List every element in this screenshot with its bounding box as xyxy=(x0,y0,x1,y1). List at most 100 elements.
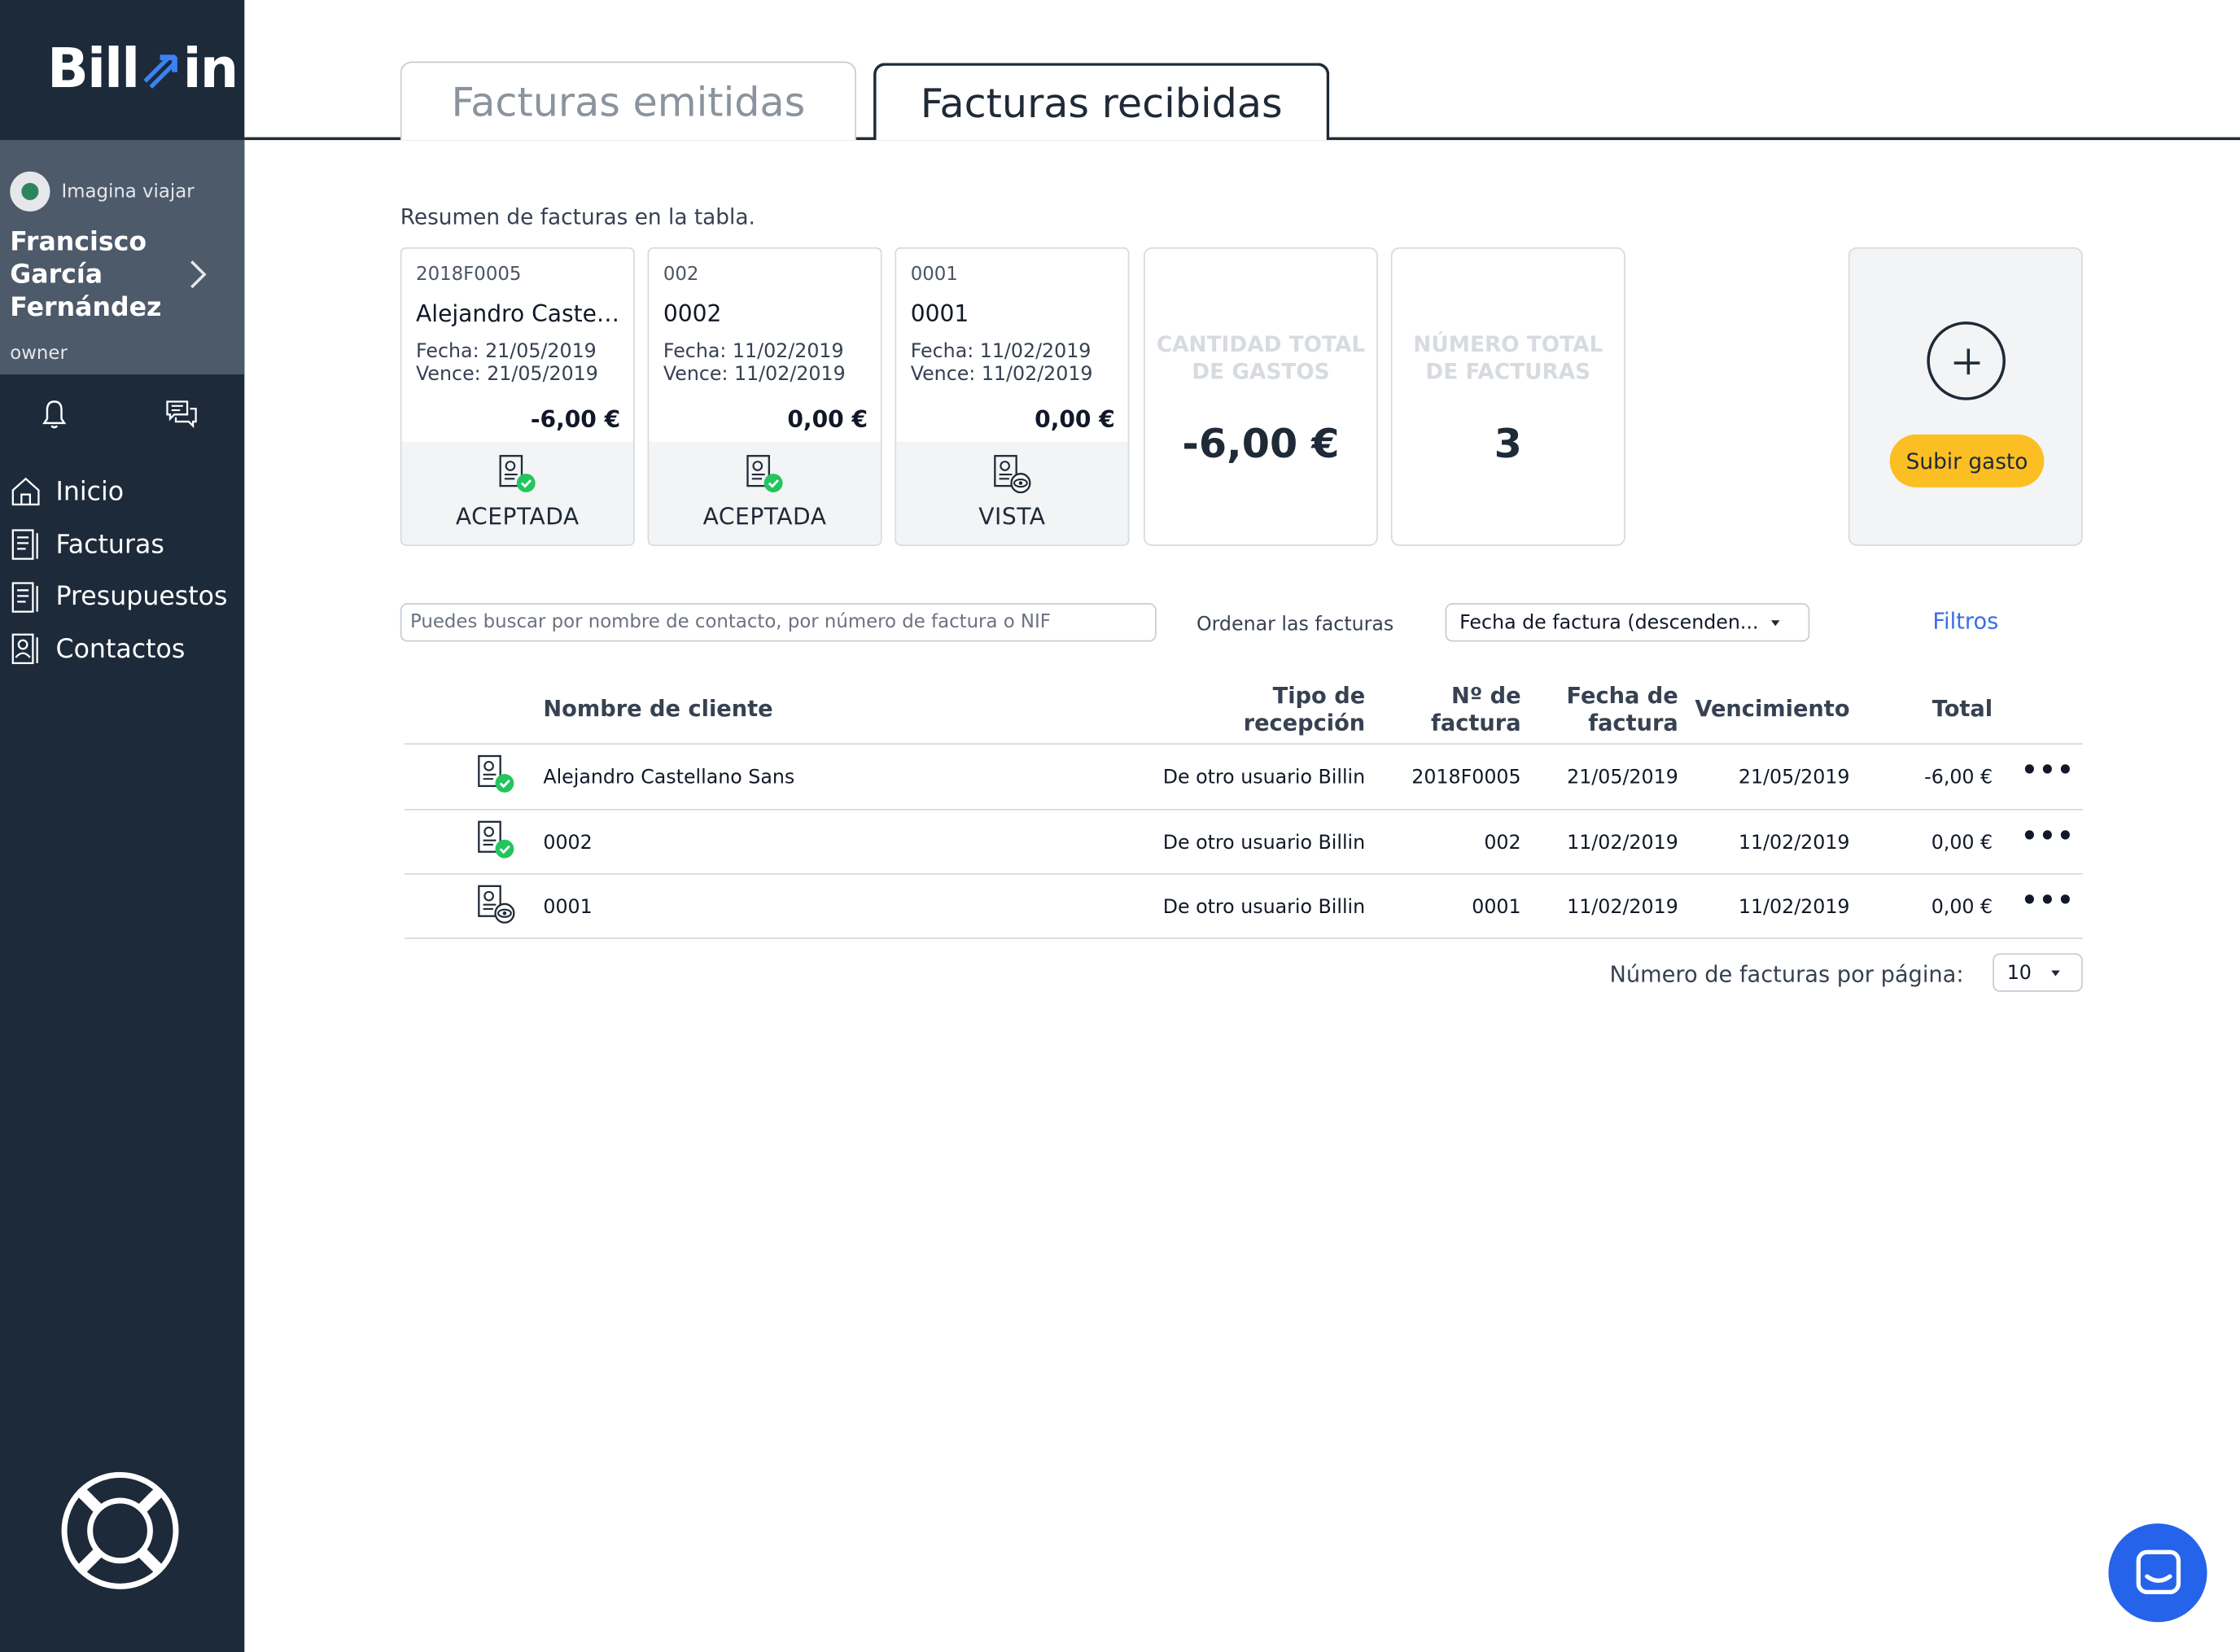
invoice-card[interactable]: 002 0002 Fecha: 11/02/2019 Vence: 11/02/2… xyxy=(647,247,882,546)
company-avatar xyxy=(10,171,50,212)
invoice-accepted-icon xyxy=(478,820,514,859)
order-label: Ordenar las facturas xyxy=(1196,613,1394,636)
nav-item-contactos[interactable]: Contactos xyxy=(9,623,228,675)
lifebuoy-icon[interactable] xyxy=(60,1471,181,1591)
cell-client: 0002 xyxy=(543,832,593,855)
filters-link[interactable]: Filtros xyxy=(1932,609,1998,635)
card-amount: 0,00 € xyxy=(787,405,868,434)
col-header-client[interactable]: Nombre de cliente xyxy=(543,696,772,723)
chat-icon xyxy=(2136,1549,2181,1595)
sidebar: Bill⇗in Imagina viajar Francisco García … xyxy=(0,0,245,1652)
stat-value: 3 xyxy=(1494,420,1522,468)
card-number: 0001 xyxy=(910,264,958,286)
user-name: Francisco García Fernández xyxy=(10,227,162,323)
card-number: 002 xyxy=(663,264,699,286)
stat-label: NÚMERO TOTAL DE FACTURAS xyxy=(1413,331,1603,385)
table-row[interactable]: Alejandro Castellano Sans De otro usuari… xyxy=(405,745,2083,809)
per-page-select[interactable]: 10 xyxy=(1993,953,2083,992)
table-row[interactable]: 0002 De otro usuario Billin 002 11/02/20… xyxy=(405,811,2083,875)
user-role: owner xyxy=(10,343,68,365)
stat-label: CANTIDAD TOTAL DE GASTOS xyxy=(1156,331,1366,385)
card-dates: Fecha: 21/05/2019 Vence: 21/05/2019 xyxy=(416,339,598,387)
cell-reception: De otro usuario Billin xyxy=(1162,896,1366,920)
upload-expense-button[interactable]: Subir gasto xyxy=(1889,434,2045,487)
stat-total-amount: CANTIDAD TOTAL DE GASTOS -6,00 € xyxy=(1143,247,1378,546)
card-client: 0001 xyxy=(910,299,969,328)
chevron-right-icon[interactable] xyxy=(183,257,212,291)
company-selector[interactable]: Imagina viajar xyxy=(10,171,195,212)
per-page-value: 10 xyxy=(2006,961,2032,985)
card-status-area: ACEPTADA xyxy=(649,441,881,545)
summary-text: Resumen de facturas en la tabla. xyxy=(400,204,755,230)
cell-number: 002 xyxy=(1484,832,1521,855)
more-options-icon[interactable]: ••• xyxy=(2021,756,2075,786)
card-client: Alejandro Castell... xyxy=(416,299,625,328)
row-divider xyxy=(405,937,2083,939)
user-box[interactable]: Imagina viajar Francisco García Fernánde… xyxy=(0,140,245,375)
nav-label: Contactos xyxy=(55,634,186,665)
contacts-icon xyxy=(11,634,38,665)
tab-facturas-emitidas[interactable]: Facturas emitidas xyxy=(400,61,856,141)
nav-label: Inicio xyxy=(55,477,125,508)
budgets-icon xyxy=(11,581,38,613)
caret-down-icon xyxy=(2051,969,2061,976)
col-header-date[interactable]: Fecha de factura xyxy=(1544,683,1678,737)
invoices-icon xyxy=(11,529,38,560)
per-page-label: Número de facturas por página: xyxy=(1609,961,1964,988)
add-circle-icon[interactable] xyxy=(1927,321,2006,400)
cell-due: 11/02/2019 xyxy=(1738,832,1850,855)
caret-down-icon xyxy=(1771,619,1780,626)
col-header-total[interactable]: Total xyxy=(1858,696,1993,723)
cell-total: 0,00 € xyxy=(1931,832,1993,855)
cell-client: Alejandro Castellano Sans xyxy=(543,766,795,789)
messages-icon[interactable] xyxy=(164,397,199,431)
card-status: VISTA xyxy=(978,503,1046,531)
cell-client: 0001 xyxy=(543,896,593,920)
nav-item-facturas[interactable]: Facturas xyxy=(9,518,228,570)
card-status-area: VISTA xyxy=(896,441,1128,545)
search-input[interactable]: Puedes buscar por nombre de contacto, po… xyxy=(400,603,1157,642)
cell-total: 0,00 € xyxy=(1931,896,1993,920)
nav-item-inicio[interactable]: Inicio xyxy=(9,466,228,518)
cell-number: 0001 xyxy=(1472,896,1521,920)
col-header-due[interactable]: Vencimiento xyxy=(1687,696,1849,723)
bell-icon[interactable] xyxy=(37,397,72,431)
table-row[interactable]: 0001 De otro usuario Billin 0001 11/02/2… xyxy=(405,875,2083,939)
invoice-accepted-icon xyxy=(499,455,536,493)
col-header-reception[interactable]: Tipo de recepción xyxy=(1201,683,1366,737)
home-icon xyxy=(11,478,40,506)
card-dates: Fecha: 11/02/2019 Vence: 11/02/2019 xyxy=(910,339,1093,387)
card-status: ACEPTADA xyxy=(455,503,580,531)
invoice-viewed-icon xyxy=(994,455,1031,494)
card-client: 0002 xyxy=(663,299,722,328)
nav-label: Facturas xyxy=(55,529,164,560)
card-status-area: ACEPTADA xyxy=(401,441,633,545)
tab-facturas-recibidas[interactable]: Facturas recibidas xyxy=(873,63,1330,141)
cell-reception: De otro usuario Billin xyxy=(1162,766,1366,789)
nav-label: Presupuestos xyxy=(55,582,228,613)
cell-date: 21/05/2019 xyxy=(1567,766,1678,789)
card-number: 2018F0005 xyxy=(416,264,522,286)
nav-item-presupuestos[interactable]: Presupuestos xyxy=(9,570,228,623)
more-options-icon[interactable]: ••• xyxy=(2021,822,2075,852)
invoice-card[interactable]: 2018F0005 Alejandro Castell... Fecha: 21… xyxy=(400,247,635,546)
card-dates: Fecha: 11/02/2019 Vence: 11/02/2019 xyxy=(663,339,846,387)
more-options-icon[interactable]: ••• xyxy=(2021,886,2075,916)
invoice-card[interactable]: 0001 0001 Fecha: 11/02/2019 Vence: 11/02/… xyxy=(895,247,1130,546)
cell-date: 11/02/2019 xyxy=(1567,896,1678,920)
upload-expense-card: Subir gasto xyxy=(1848,247,2083,546)
invoice-viewed-icon xyxy=(478,885,515,924)
card-amount: 0,00 € xyxy=(1035,405,1115,434)
cell-total: -6,00 € xyxy=(1924,766,1993,789)
card-status: ACEPTADA xyxy=(702,503,827,531)
stat-value: -6,00 € xyxy=(1182,420,1340,468)
col-header-number[interactable]: Nº de factura xyxy=(1387,683,1521,737)
invoice-accepted-icon xyxy=(478,754,514,793)
billin-logo[interactable]: Bill⇗in xyxy=(47,40,238,97)
order-value: Fecha de factura (descenden... xyxy=(1459,610,1759,634)
chat-launcher-button[interactable] xyxy=(2108,1523,2207,1623)
stat-total-count: NÚMERO TOTAL DE FACTURAS 3 xyxy=(1390,247,1625,546)
company-name: Imagina viajar xyxy=(61,181,195,203)
cell-due: 11/02/2019 xyxy=(1738,896,1850,920)
order-select[interactable]: Fecha de factura (descenden... xyxy=(1445,603,1810,642)
